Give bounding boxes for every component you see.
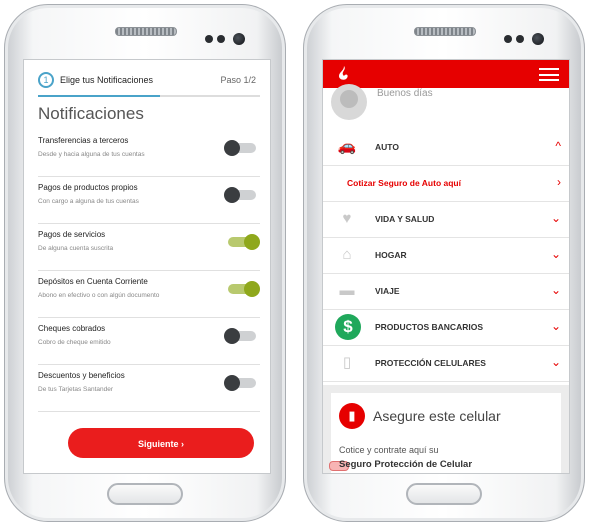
- chevron-up-icon: ^: [555, 139, 561, 153]
- menu-item-label: PROTECCIÓN CELULARES: [375, 358, 486, 368]
- menu-item-proteccion-celulares[interactable]: ▯ PROTECCIÓN CELULARES ⌄: [323, 346, 569, 382]
- notification-toggle[interactable]: [224, 375, 256, 391]
- next-button[interactable]: Siguiente ›: [68, 428, 254, 458]
- sensor-icon: [217, 35, 225, 43]
- step-header: 1 Elige tus Notificaciones Paso 1/2: [38, 72, 260, 92]
- chevron-right-icon: ›: [557, 175, 561, 189]
- sensor-icon: [205, 35, 213, 43]
- promo-product: Seguro Protección de Celular: [339, 459, 473, 470]
- step-counter: Paso 1/2: [220, 75, 256, 85]
- quote-auto-link[interactable]: Cotizar Seguro de Auto aquí ›: [323, 166, 569, 202]
- suitcase-icon: ▬: [339, 282, 355, 299]
- chevron-down-icon: ⌄: [550, 247, 561, 261]
- greeting-text: Buenos días: [377, 88, 433, 99]
- menu-item-hogar[interactable]: ⌂ HOGAR ⌄: [323, 238, 569, 274]
- notification-toggle[interactable]: [224, 328, 256, 344]
- notification-title: Pagos de productos propios: [38, 183, 138, 192]
- notification-row: Descuentos y beneficios De tus Tarjetas …: [38, 365, 260, 412]
- right-phone-frame: Buenos días 🚗 AUTO ^ Cotizar Seguro de A…: [303, 4, 585, 522]
- left-phone-frame: 1 Elige tus Notificaciones Paso 1/2 Noti…: [4, 4, 286, 522]
- promo-card[interactable]: ▮ Asegure este celular Cotice y contrate…: [329, 393, 561, 473]
- chevron-down-icon: ⌄: [550, 283, 561, 297]
- notification-subtitle: De alguna cuenta suscrita: [38, 245, 114, 252]
- insurance-screen: Buenos días 🚗 AUTO ^ Cotizar Seguro de A…: [322, 59, 570, 474]
- notifications-screen: 1 Elige tus Notificaciones Paso 1/2 Noti…: [23, 59, 271, 474]
- sensor-icon: [504, 35, 512, 43]
- menu-item-productos-bancarios[interactable]: $ PRODUCTOS BANCARIOS ⌄: [323, 310, 569, 346]
- mobile-icon: ▯: [342, 354, 352, 371]
- notification-title: Pagos de servicios: [38, 230, 106, 239]
- progress-fill: [38, 95, 161, 97]
- heart-icon: ♥: [342, 210, 352, 227]
- notification-toggle[interactable]: [228, 234, 260, 250]
- avatar[interactable]: [331, 84, 367, 120]
- menu-icon[interactable]: [539, 68, 559, 81]
- promo-subtitle: Cotice y contrate aquí su: [339, 445, 439, 455]
- house-icon: ⌂: [342, 246, 352, 263]
- notification-subtitle: De tus Tarjetas Santander: [38, 386, 114, 393]
- progress-bar: [38, 95, 260, 97]
- menu-item-auto[interactable]: 🚗 AUTO ^: [323, 130, 569, 166]
- chevron-down-icon: ⌄: [550, 211, 561, 225]
- menu-item-viaje[interactable]: ▬ VIAJE ⌄: [323, 274, 569, 310]
- step-number-badge: 1: [38, 72, 54, 88]
- notification-title: Cheques cobrados: [38, 324, 106, 333]
- notification-row: Pagos de servicios De alguna cuenta susc…: [38, 224, 260, 271]
- promo-area: ▮ Asegure este celular Cotice y contrate…: [323, 385, 569, 473]
- notification-title: Depósitos en Cuenta Corriente: [38, 277, 148, 286]
- notification-subtitle: Desde y hacia alguna de tus cuentas: [38, 151, 145, 158]
- santander-logo-icon: [337, 65, 351, 81]
- chevron-down-icon: ⌄: [550, 355, 561, 369]
- sensor-icon: [516, 35, 524, 43]
- notification-toggle[interactable]: [228, 281, 260, 297]
- menu-item-label: VIDA Y SALUD: [375, 214, 435, 224]
- menu-item-label: Cotizar Seguro de Auto aquí: [347, 178, 461, 188]
- speaker-grille: [414, 27, 476, 36]
- home-button[interactable]: [107, 483, 183, 505]
- menu-item-label: AUTO: [375, 142, 399, 152]
- notification-row: Pagos de productos propios Con cargo a a…: [38, 177, 260, 224]
- menu-item-label: HOGAR: [375, 250, 407, 260]
- step-title: Elige tus Notificaciones: [60, 75, 154, 85]
- home-button[interactable]: [406, 483, 482, 505]
- notification-subtitle: Con cargo a alguna de tus cuentas: [38, 198, 139, 205]
- page-title: Notificaciones: [38, 104, 144, 123]
- promo-title: Asegure este celular: [373, 408, 501, 424]
- notification-row: Depósitos en Cuenta Corriente Abono en e…: [38, 271, 260, 318]
- notification-toggle[interactable]: [224, 187, 256, 203]
- notification-title: Descuentos y beneficios: [38, 371, 125, 380]
- camera-icon: [233, 33, 245, 45]
- notification-subtitle: Abono en efectivo o con algún documento: [38, 292, 160, 299]
- mobile-icon: ▮: [339, 403, 365, 429]
- notification-row: Transferencias a terceros Desde y hacia …: [38, 130, 260, 177]
- notification-toggle[interactable]: [224, 140, 256, 156]
- app-header: [323, 60, 569, 88]
- notification-title: Transferencias a terceros: [38, 136, 129, 145]
- menu-item-vida-salud[interactable]: ♥ VIDA Y SALUD ⌄: [323, 202, 569, 238]
- menu-item-label: PRODUCTOS BANCARIOS: [375, 322, 483, 332]
- car-icon: 🚗: [337, 138, 357, 155]
- dollar-icon: $: [335, 314, 361, 340]
- notification-subtitle: Cobro de cheque emitido: [38, 339, 111, 346]
- camera-icon: [532, 33, 544, 45]
- speaker-grille: [115, 27, 177, 36]
- chevron-down-icon: ⌄: [550, 319, 561, 333]
- notification-row: Cheques cobrados Cobro de cheque emitido: [38, 318, 260, 365]
- menu-item-label: VIAJE: [375, 286, 400, 296]
